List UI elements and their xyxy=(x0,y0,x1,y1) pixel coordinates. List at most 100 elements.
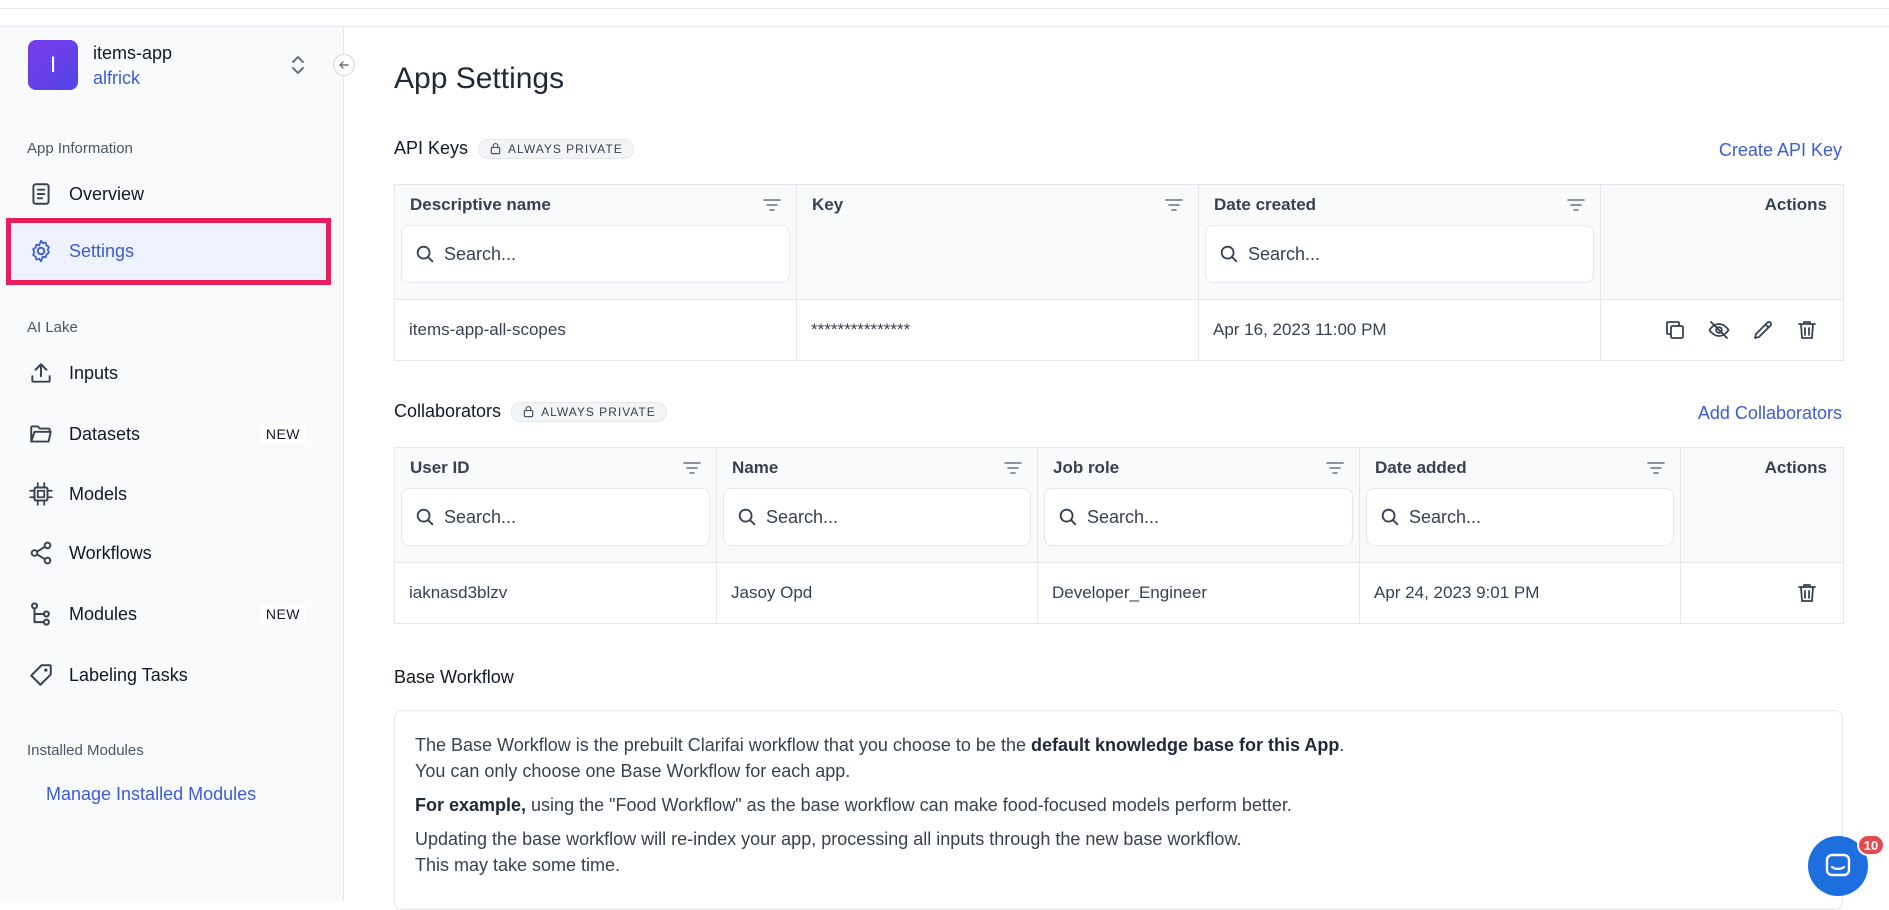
api-keys-title: API Keys xyxy=(394,138,469,158)
text: You can only choose one Base Workflow fo… xyxy=(415,761,851,781)
column-label: Name xyxy=(732,458,779,477)
search-field[interactable] xyxy=(401,488,710,546)
sidebar-item-models[interactable]: Models xyxy=(28,474,318,514)
search-icon xyxy=(1381,508,1399,526)
search-field[interactable] xyxy=(723,488,1031,546)
tree-structure-icon xyxy=(31,602,50,626)
collaborators-title: Collaborators xyxy=(394,401,502,421)
search-icon xyxy=(416,508,434,526)
app-owner-link[interactable]: alfrick xyxy=(93,68,140,89)
cell-user-id: iaknasd3blzv xyxy=(394,562,717,624)
document-icon xyxy=(32,183,50,205)
search-input[interactable] xyxy=(444,506,680,528)
search-icon xyxy=(1220,245,1238,263)
filter-icon[interactable] xyxy=(682,460,702,476)
sidebar-item-label: Inputs xyxy=(69,362,119,383)
search-input[interactable] xyxy=(766,506,1002,528)
search-icon xyxy=(416,245,434,263)
section-label-installed-modules: Installed Modules xyxy=(27,742,144,759)
trash-icon[interactable] xyxy=(1795,581,1819,605)
sidebar-item-datasets[interactable]: Datasets NEW xyxy=(28,414,318,454)
sidebar xyxy=(0,27,344,901)
manage-installed-modules-link[interactable]: Manage Installed Modules xyxy=(46,784,256,805)
cell-actions xyxy=(1600,299,1844,361)
cell-descriptive-name: items-app-all-scopes xyxy=(394,299,797,361)
search-icon xyxy=(1059,508,1077,526)
cpu-chip-icon xyxy=(29,482,53,506)
search-field[interactable] xyxy=(1205,225,1594,283)
upload-icon xyxy=(31,363,51,383)
pencil-icon[interactable] xyxy=(1751,318,1775,342)
column-label: Key xyxy=(812,195,844,214)
trash-icon[interactable] xyxy=(1795,318,1819,342)
sidebar-item-overview[interactable]: Overview xyxy=(28,174,318,214)
chat-icon xyxy=(1825,853,1851,877)
table-row: iaknasd3blzv Jasoy Opd Developer_Enginee… xyxy=(394,562,1844,624)
notification-badge: 10 xyxy=(1857,834,1885,856)
add-collaborators-link[interactable]: Add Collaborators xyxy=(1698,403,1842,424)
top-bar xyxy=(0,0,1889,27)
filter-icon[interactable] xyxy=(1164,197,1184,213)
filter-icon[interactable] xyxy=(1566,197,1586,213)
search-input[interactable] xyxy=(1409,506,1645,528)
cell-name: Jasoy Opd xyxy=(716,562,1038,624)
search-input[interactable] xyxy=(444,243,744,265)
collapse-sidebar-button[interactable] xyxy=(333,54,355,76)
app-switcher[interactable]: I items-app alfrick xyxy=(28,40,318,90)
sidebar-item-label: Modules xyxy=(69,603,138,624)
sidebar-item-modules[interactable]: Modules NEW xyxy=(28,594,318,634)
column-label: User ID xyxy=(410,458,470,477)
column-header-key: Key xyxy=(796,184,1199,300)
search-icon xyxy=(738,508,756,526)
privacy-badge-label: ALWAYS PRIVATE xyxy=(541,404,656,419)
sidebar-item-labeling-tasks[interactable]: Labeling Tasks xyxy=(28,655,318,695)
column-header-descriptive-name: Descriptive name xyxy=(394,184,797,300)
search-input[interactable] xyxy=(1087,506,1323,528)
search-field[interactable] xyxy=(401,225,790,283)
cell-actions xyxy=(1680,562,1844,624)
sidebar-item-inputs[interactable]: Inputs xyxy=(28,353,318,393)
lock-icon xyxy=(490,142,501,155)
api-keys-table: Descriptive name Key Date created xyxy=(394,184,1844,361)
gear-icon xyxy=(32,239,50,263)
privacy-badge-label: ALWAYS PRIVATE xyxy=(508,141,623,156)
filter-icon[interactable] xyxy=(1646,460,1666,476)
collaborators-header: Collaborators ALWAYS PRIVATE xyxy=(394,401,667,422)
sidebar-item-label: Workflows xyxy=(69,542,152,563)
column-label: Date added xyxy=(1375,458,1467,477)
always-private-badge: ALWAYS PRIVATE xyxy=(511,401,667,422)
search-input[interactable] xyxy=(1248,243,1548,265)
section-label-ai-lake: AI Lake xyxy=(27,319,78,336)
sidebar-item-label: Labeling Tasks xyxy=(69,664,188,685)
filter-icon[interactable] xyxy=(1325,460,1345,476)
new-badge: NEW xyxy=(259,604,306,624)
create-api-key-link[interactable]: Create API Key xyxy=(1719,140,1842,161)
sidebar-item-label: Models xyxy=(69,483,128,504)
sidebar-item-workflows[interactable]: Workflows xyxy=(28,533,318,573)
copy-icon[interactable] xyxy=(1663,318,1687,342)
cell-key: *************** xyxy=(796,299,1199,361)
search-field[interactable] xyxy=(1044,488,1353,546)
base-workflow-title: Base Workflow xyxy=(394,667,514,687)
column-header-job-role: Job role xyxy=(1037,447,1360,563)
search-field[interactable] xyxy=(1366,488,1674,546)
chevron-up-down-icon[interactable] xyxy=(288,52,308,78)
sidebar-item-settings[interactable]: Settings xyxy=(28,231,318,271)
column-label: Job role xyxy=(1053,458,1120,477)
column-label: Actions xyxy=(1764,195,1827,214)
tag-icon xyxy=(30,664,52,686)
text: The Base Workflow is the prebuilt Clarif… xyxy=(415,735,1031,755)
new-badge: NEW xyxy=(259,424,306,444)
eye-slash-icon[interactable] xyxy=(1707,318,1731,342)
filter-icon[interactable] xyxy=(762,197,782,213)
filter-icon[interactable] xyxy=(1003,460,1023,476)
app-name: items-app xyxy=(93,43,173,63)
page-title: App Settings xyxy=(394,62,565,95)
cell-job-role: Developer_Engineer xyxy=(1037,562,1360,624)
text: using the "Food Workflow" as the base wo… xyxy=(526,795,1292,815)
column-header-user-id: User ID xyxy=(394,447,717,563)
sidebar-item-label: Datasets xyxy=(69,423,141,444)
always-private-badge: ALWAYS PRIVATE xyxy=(478,138,634,159)
folder-open-icon xyxy=(30,425,52,443)
text: Updating the base workflow will re-index… xyxy=(415,829,1242,849)
